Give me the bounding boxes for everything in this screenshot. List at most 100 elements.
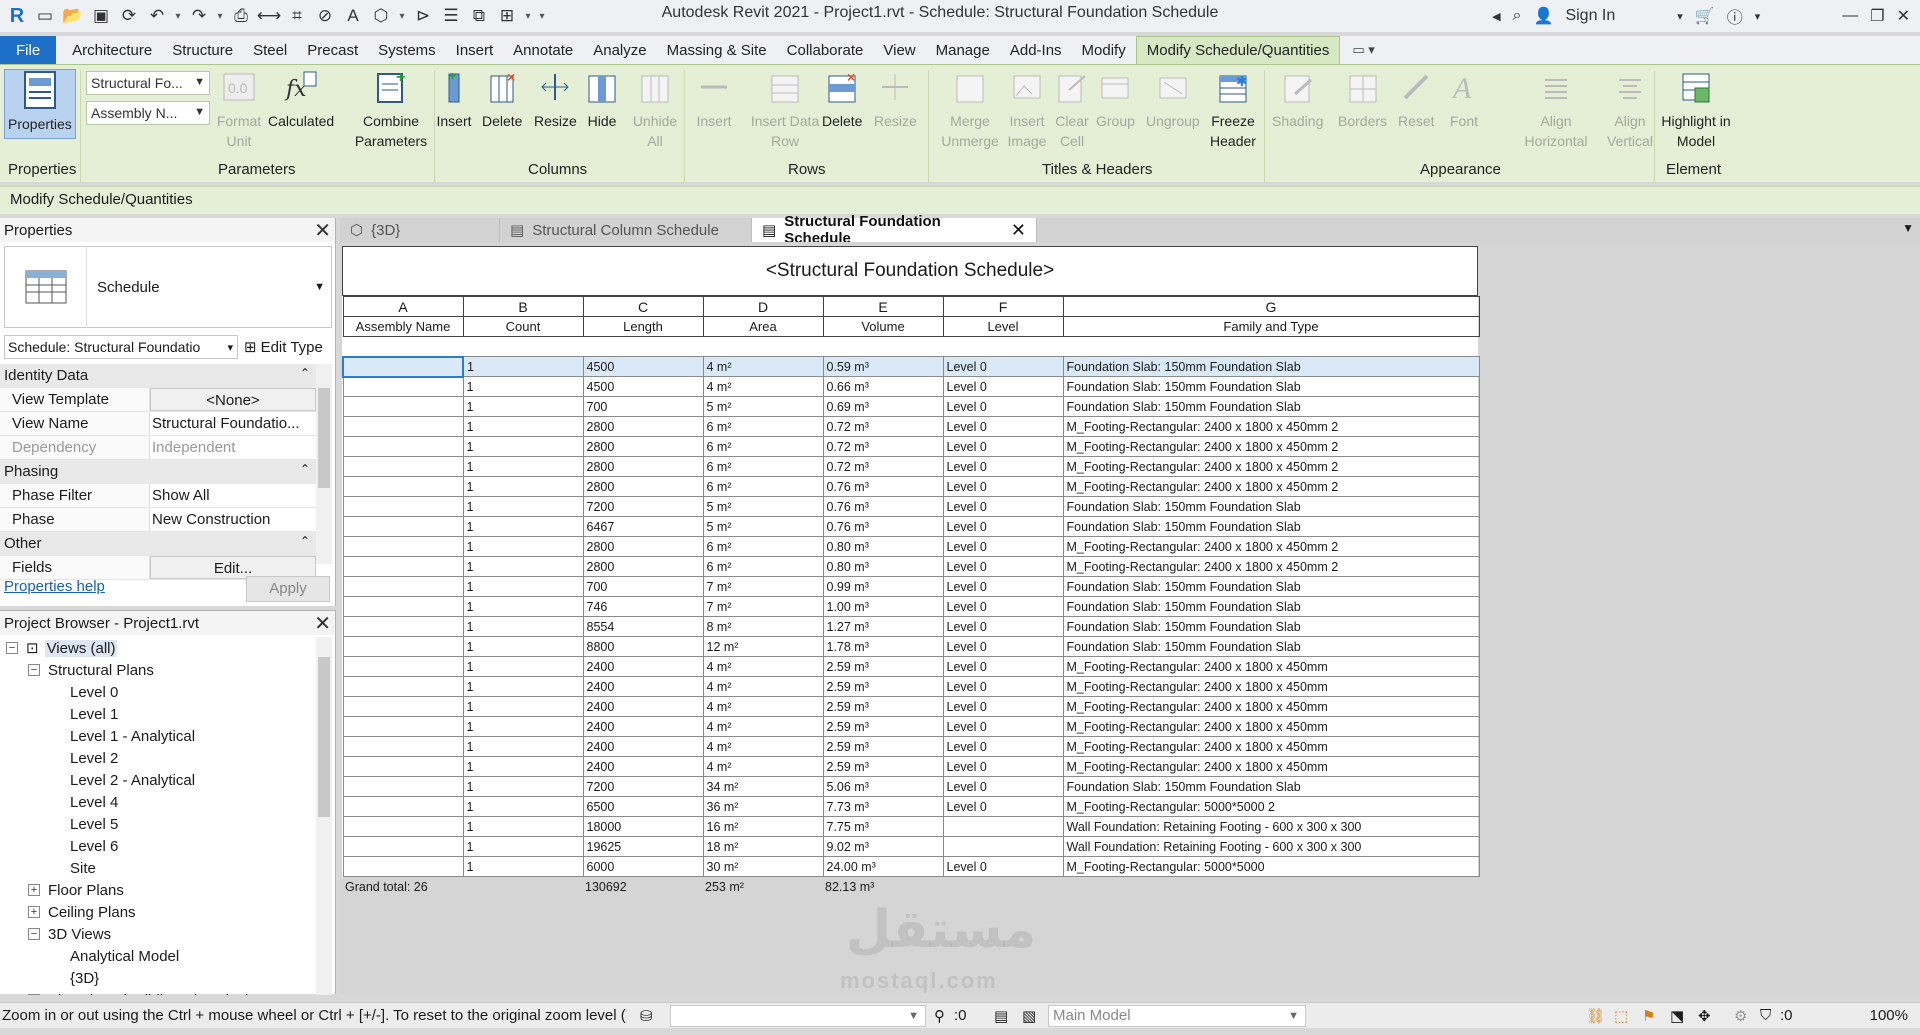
properties-help-link[interactable]: Properties help [4, 578, 105, 595]
table-cell[interactable]: 0.99 m³ [822, 576, 944, 597]
table-cell[interactable]: 8 m² [702, 616, 824, 637]
table-cell[interactable]: Foundation Slab: 150mm Foundation Slab [1062, 516, 1480, 537]
table-cell[interactable]: M_Footing-Rectangular: 5000*5000 [1062, 856, 1480, 877]
editable-only-icon[interactable]: ⚲ [934, 1007, 945, 1025]
print-icon[interactable]: ⎙ [230, 5, 252, 27]
restore-icon[interactable]: ❐ [1870, 6, 1884, 26]
worksharing-icon[interactable]: ⛁ [640, 1007, 653, 1025]
table-cell[interactable]: 2.59 m³ [822, 756, 944, 777]
sync-icon[interactable]: ⟳ [118, 5, 140, 27]
table-cell[interactable]: 1 [462, 796, 584, 817]
table-cell[interactable]: Level 0 [942, 756, 1064, 777]
table-cell[interactable]: Foundation Slab: 150mm Foundation Slab [1062, 636, 1480, 657]
table-cell[interactable]: 4500 [582, 356, 704, 377]
tree-node[interactable]: {3D} [0, 967, 316, 989]
table-cell[interactable]: 2.59 m³ [822, 716, 944, 737]
select-pinned-icon[interactable]: ⚑ [1642, 1007, 1655, 1025]
tab-modify-schedule-quantities[interactable]: Modify Schedule/Quantities [1135, 36, 1341, 64]
table-cell[interactable]: 6 m² [702, 416, 824, 437]
table-cell[interactable]: 1 [462, 656, 584, 677]
table-cell[interactable]: 0.80 m³ [822, 556, 944, 577]
table-cell[interactable]: Level 0 [942, 496, 1064, 517]
unhide-all-button[interactable]: Unhide All [630, 69, 680, 151]
table-cell[interactable]: 1 [462, 736, 584, 757]
collapse-icon[interactable]: ⌃ [300, 534, 310, 548]
table-cell[interactable]: Foundation Slab: 150mm Foundation Slab [1062, 776, 1480, 797]
table-cell[interactable]: 2400 [582, 716, 704, 737]
table-cell[interactable] [342, 716, 464, 737]
table-cell[interactable] [342, 696, 464, 717]
font-button[interactable]: A Font [1446, 69, 1482, 131]
shading-button[interactable]: Shading [1272, 69, 1323, 131]
table-cell[interactable]: M_Footing-Rectangular: 2400 x 1800 x 450… [1062, 536, 1480, 557]
table-row[interactable]: 1 7200 34 m² 5.06 m³ Level 0 Foundation Slab:… [342, 776, 1480, 797]
table-cell[interactable]: 746 [582, 596, 704, 617]
home-icon[interactable]: ▭ [34, 5, 56, 27]
table-cell[interactable]: 4 m² [702, 356, 824, 377]
tab-file[interactable]: File [0, 36, 57, 64]
table-cell[interactable]: 2800 [582, 436, 704, 457]
table-cell[interactable]: 4 m² [702, 676, 824, 697]
table-cell[interactable]: 2400 [582, 656, 704, 677]
undo-icon[interactable]: ↶ [146, 5, 168, 27]
table-cell[interactable]: 1 [462, 476, 584, 497]
property-value[interactable]: Show All [150, 484, 316, 507]
table-cell[interactable] [342, 456, 464, 477]
table-cell[interactable]: 2.59 m³ [822, 676, 944, 697]
table-cell[interactable]: M_Footing-Rectangular: 2400 x 1800 x 450… [1062, 676, 1480, 697]
table-cell[interactable]: 4 m² [702, 736, 824, 757]
calculated-button[interactable]: fx Calculated [268, 69, 334, 131]
table-row[interactable]: 1 700 5 m² 0.69 m³ Level 0 Foundation Slab: 1… [342, 396, 1480, 417]
sign-in-button[interactable]: Sign In [1565, 7, 1615, 25]
table-cell[interactable] [342, 576, 464, 597]
reset-button[interactable]: Reset [1398, 69, 1435, 131]
table-cell[interactable]: 4 m² [702, 656, 824, 677]
highlight-in-model-button[interactable]: Highlight in Model [1660, 69, 1732, 151]
column-letter[interactable]: C [582, 296, 704, 317]
table-cell[interactable]: M_Footing-Rectangular: 2400 x 1800 x 450… [1062, 716, 1480, 737]
table-cell[interactable] [342, 656, 464, 677]
undo-dropdown-icon[interactable]: ▾ [174, 8, 182, 24]
table-cell[interactable]: 5.06 m³ [822, 776, 944, 797]
table-cell[interactable]: M_Footing-Rectangular: 2400 x 1800 x 450… [1062, 436, 1480, 457]
table-cell[interactable]: M_Footing-Rectangular: 2400 x 1800 x 450… [1062, 456, 1480, 477]
tab-structure[interactable]: Structure [162, 36, 243, 64]
table-row[interactable]: 1 2400 4 m² 2.59 m³ Level 0 M_Footing-Rectang… [342, 676, 1480, 697]
table-cell[interactable] [342, 536, 464, 557]
table-cell[interactable]: 4 m² [702, 756, 824, 777]
table-cell[interactable] [342, 496, 464, 517]
table-row[interactable]: 1 2400 4 m² 2.59 m³ Level 0 M_Footing-Rectang… [342, 656, 1480, 677]
table-cell[interactable]: Level 0 [942, 656, 1064, 677]
save-icon[interactable]: ▣ [90, 5, 112, 27]
table-cell[interactable]: 1.27 m³ [822, 616, 944, 637]
tree-node[interactable]: Level 1 [0, 703, 316, 725]
table-cell[interactable]: 6467 [582, 516, 704, 537]
ribbon-display-toggle[interactable]: ▭ ▾ [1352, 36, 1374, 64]
table-cell[interactable]: Foundation Slab: 150mm Foundation Slab [1062, 356, 1480, 377]
table-cell[interactable]: Level 0 [942, 736, 1064, 757]
table-cell[interactable] [342, 355, 464, 378]
table-cell[interactable]: Level 0 [942, 636, 1064, 657]
table-cell[interactable]: 8554 [582, 616, 704, 637]
prev-icon[interactable]: ◀ [1492, 10, 1500, 23]
help-dropdown-icon[interactable]: ▾ [1755, 10, 1761, 23]
dimension-icon[interactable]: ⌗ [286, 5, 308, 27]
cart-icon[interactable]: 🛒 [1695, 6, 1715, 26]
tab-analyze[interactable]: Analyze [583, 36, 656, 64]
collapse-icon[interactable]: − [28, 994, 40, 995]
table-row[interactable]: 1 4500 4 m² 0.66 m³ Level 0 Foundation Slab: … [342, 376, 1480, 397]
table-cell[interactable]: 19625 [582, 836, 704, 857]
table-row[interactable]: 1 2400 4 m² 2.59 m³ Level 0 M_Footing-Rectang… [342, 756, 1480, 777]
borders-button[interactable]: Borders [1338, 69, 1387, 131]
table-cell[interactable]: 1 [462, 716, 584, 737]
table-cell[interactable]: 5 m² [702, 516, 824, 537]
background-process-icon[interactable]: ⚙ [1734, 1007, 1747, 1025]
expand-icon[interactable]: + [28, 884, 40, 896]
collapse-icon[interactable]: ⌃ [300, 366, 310, 380]
table-row[interactable]: 1 6500 36 m² 7.73 m³ Level 0 M_Footing-Rectan… [342, 796, 1480, 817]
tab-structural-column-schedule[interactable]: ▤ Structural Column Schedule [500, 218, 752, 242]
align-horizontal-button[interactable]: Align Horizontal [1516, 69, 1596, 151]
table-cell[interactable] [342, 776, 464, 797]
table-cell[interactable]: 0.72 m³ [822, 416, 944, 437]
minimize-icon[interactable]: — [1842, 7, 1858, 25]
